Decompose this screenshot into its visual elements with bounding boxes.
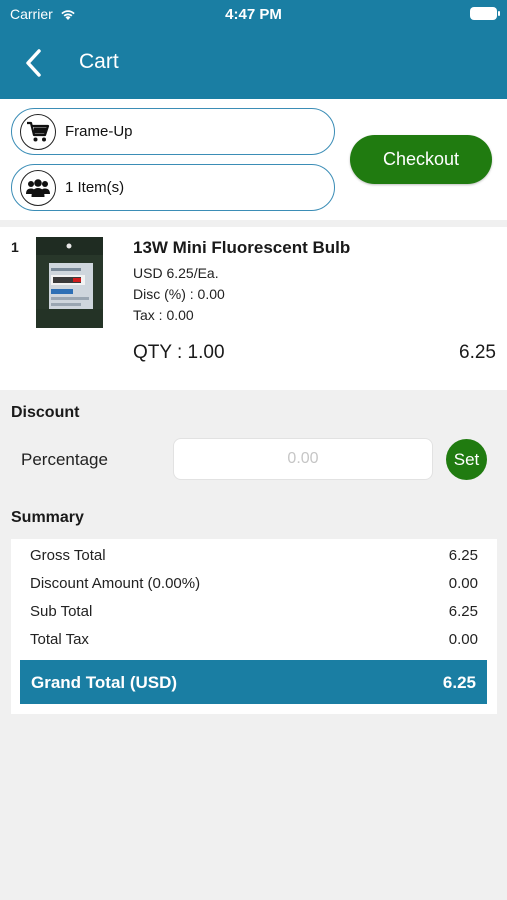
item-discount: Disc (%) : 0.00 xyxy=(133,286,225,302)
item-count-label: 1 Item(s) xyxy=(65,179,125,196)
summary-row-label: Total Tax xyxy=(30,631,89,648)
app-header: Carrier 4:47 PM Cart xyxy=(0,0,507,99)
summary-card: Gross Total 6.25 Discount Amount (0.00%)… xyxy=(11,539,497,714)
summary-row-label: Discount Amount (0.00%) xyxy=(30,575,201,592)
item-name: 13W Mini Fluorescent Bulb xyxy=(133,238,351,257)
summary-row-sub-total: Sub Total 6.25 xyxy=(11,599,497,627)
page-title: Cart xyxy=(79,50,119,73)
item-tax: Tax : 0.00 xyxy=(133,307,194,323)
grand-total-label: Grand Total (USD) xyxy=(31,673,178,692)
item-index: 1 xyxy=(11,239,19,255)
summary-section-title: Summary xyxy=(11,509,84,526)
cart-info-panel: Frame-Up 1 Item(s) Checkout xyxy=(0,99,507,220)
chevron-left-icon xyxy=(26,49,41,77)
store-selector[interactable]: Frame-Up xyxy=(11,108,335,155)
item-count-selector[interactable]: 1 Item(s) xyxy=(11,164,335,211)
summary-row-value: 0.00 xyxy=(448,575,478,592)
back-button[interactable] xyxy=(20,46,50,80)
summary-row-gross-total: Gross Total 6.25 xyxy=(11,543,497,571)
discount-percentage-input[interactable] xyxy=(173,438,433,480)
item-quantity: QTY : 1.00 xyxy=(133,342,225,363)
summary-row-value: 6.25 xyxy=(448,547,478,564)
battery-icon xyxy=(470,7,500,20)
grand-total-row: Grand Total (USD) 6.25 xyxy=(20,660,487,704)
product-image xyxy=(36,237,103,328)
summary-row-label: Gross Total xyxy=(30,547,106,564)
summary-row-label: Sub Total xyxy=(30,603,93,620)
summary-row-discount-amount: Discount Amount (0.00%) 0.00 xyxy=(11,571,497,599)
cart-icon xyxy=(20,113,56,150)
grand-total-value: 6.25 xyxy=(442,673,476,692)
cart-item-card[interactable]: 1 13W Mini Fluorescent Bulb USD 6.25/Ea.… xyxy=(0,227,507,390)
discount-section-title: Discount xyxy=(11,404,80,421)
status-time: 4:47 PM xyxy=(225,6,282,23)
summary-row-value: 0.00 xyxy=(448,631,478,648)
users-icon xyxy=(20,169,56,206)
store-name: Frame-Up xyxy=(65,123,133,140)
item-unit-price: USD 6.25/Ea. xyxy=(133,265,219,281)
set-discount-button[interactable]: Set xyxy=(446,439,487,480)
status-bar: Carrier 4:47 PM xyxy=(0,0,507,28)
percentage-label: Percentage xyxy=(21,450,108,469)
checkout-button[interactable]: Checkout xyxy=(350,135,492,184)
summary-row-total-tax: Total Tax 0.00 xyxy=(11,627,497,655)
item-total: 6.25 xyxy=(459,342,496,363)
summary-row-value: 6.25 xyxy=(448,603,478,620)
